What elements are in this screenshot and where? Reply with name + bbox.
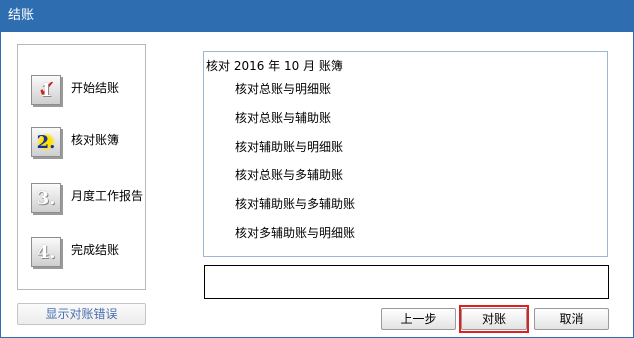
- step-4-icon: 4.: [31, 237, 61, 267]
- log-item: 核对总账与明细账: [235, 82, 332, 96]
- log-item: 核对多辅助账与明细账: [235, 226, 356, 240]
- window-titlebar: 结账: [0, 0, 634, 32]
- check-log-panel[interactable]: 核对 2016 年 10 月 账簿 核对总账与明细账 核对总账与辅助账 核对辅助…: [203, 51, 608, 257]
- checkmark-step-icon: 1 ✓: [31, 75, 61, 105]
- step-2-icon: 2.: [31, 127, 61, 157]
- log-title: 核对 2016 年 10 月 账簿: [206, 59, 343, 73]
- step-3-icon: 3.: [31, 183, 61, 213]
- cancel-button[interactable]: 取消: [534, 308, 609, 330]
- previous-step-button[interactable]: 上一步: [381, 308, 456, 330]
- step-list: 1 ✓ 开始结账 2. 核对账簿 3. 月度工作报告 4. 完成结账: [17, 44, 146, 290]
- step-label: 核对账簿: [71, 133, 120, 147]
- show-errors-button[interactable]: 显示对账错误: [17, 303, 146, 325]
- message-box[interactable]: [204, 265, 609, 299]
- log-item: 核对总账与辅助账: [235, 111, 332, 125]
- step-start-closing: 1 ✓ 开始结账: [31, 75, 146, 111]
- step-label: 月度工作报告: [71, 189, 144, 203]
- step-monthly-report: 3. 月度工作报告: [31, 183, 146, 219]
- step-check-books: 2. 核对账簿: [31, 127, 146, 163]
- check-books-button[interactable]: 对账: [461, 308, 527, 330]
- step-label: 开始结账: [71, 81, 120, 95]
- log-item: 核对总账与多辅助账: [235, 168, 344, 182]
- log-item: 核对辅助账与明细账: [235, 140, 344, 154]
- window-title: 结账: [8, 8, 35, 23]
- step-finish-closing: 4. 完成结账: [31, 237, 146, 273]
- step-label: 完成结账: [71, 243, 120, 257]
- log-item: 核对辅助账与多辅助账: [235, 197, 356, 211]
